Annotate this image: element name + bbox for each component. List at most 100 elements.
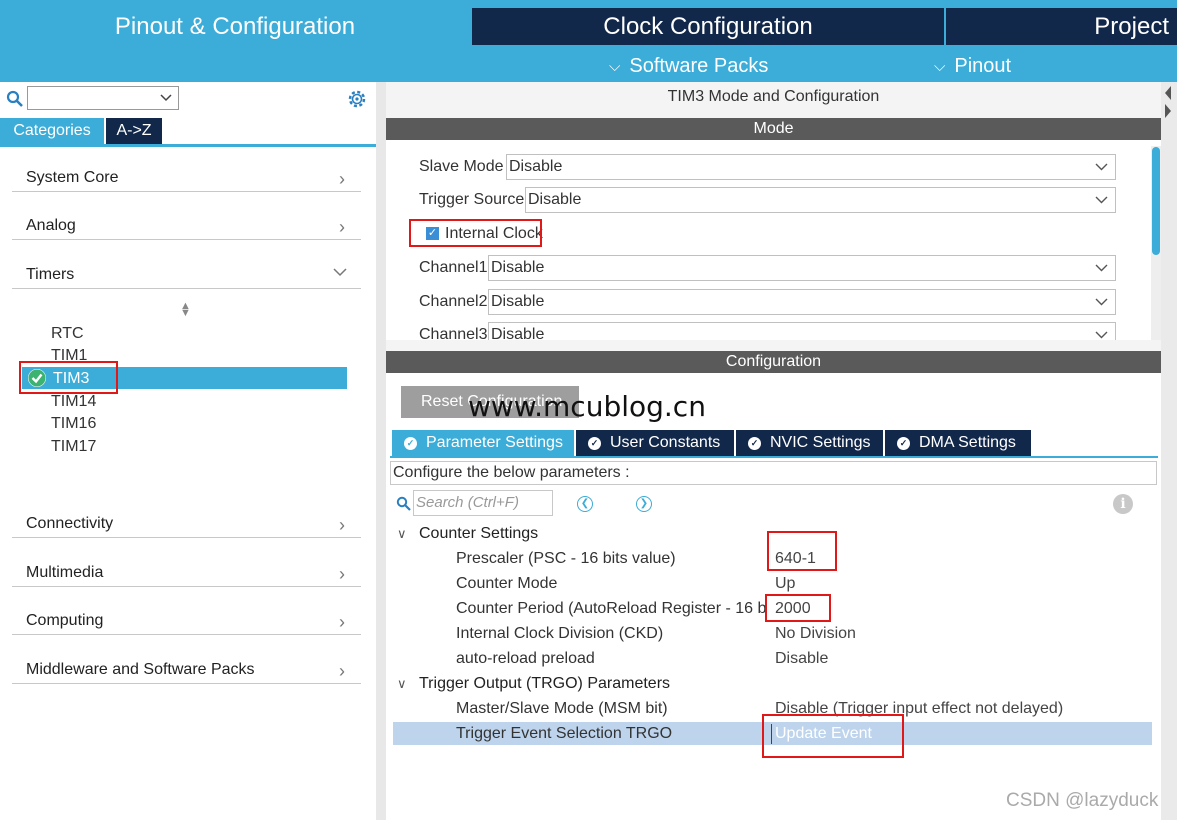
highlight-box-internal-clock	[409, 219, 542, 247]
category-label: Timers	[26, 266, 75, 283]
ckd-label: Internal Clock Division (CKD)	[456, 625, 664, 642]
timer-item-rtc[interactable]: RTC	[51, 325, 84, 343]
tab-underline	[390, 456, 1158, 458]
category-middleware[interactable]: Middleware and Software Packs ›	[12, 647, 361, 684]
tab-a-to-z[interactable]: A->Z	[106, 118, 162, 144]
category-multimedia[interactable]: Multimedia ›	[12, 550, 361, 587]
tab-label: Parameter Settings	[426, 434, 563, 451]
configuration-section-header[interactable]: Configuration	[386, 351, 1161, 373]
search-icon	[396, 496, 411, 511]
channel3-row-clip: Channel3 Disable	[386, 320, 1151, 340]
chevron-down-icon: ⌵	[609, 57, 621, 75]
slave-mode-label: Slave Mode	[419, 158, 504, 175]
chevron-down-icon	[1095, 264, 1108, 272]
category-computing[interactable]: Computing ›	[12, 598, 361, 635]
timer-item-tim14[interactable]: TIM14	[51, 393, 96, 411]
category-label: Multimedia	[26, 564, 104, 581]
category-timers[interactable]: Timers	[12, 252, 361, 289]
category-analog[interactable]: Analog ›	[12, 203, 361, 240]
category-label: Analog	[26, 217, 76, 234]
chevron-right-icon: ›	[339, 564, 345, 584]
check-circle-icon: ✓	[897, 436, 910, 450]
chevron-down-icon: ⌵	[934, 57, 946, 75]
search-previous-icon[interactable]: ❮	[577, 496, 593, 512]
sort-icon[interactable]: ▲ ▼	[180, 301, 191, 319]
csdn-watermark: CSDN @lazyduck	[1006, 790, 1159, 811]
mode-scrollbar-thumb[interactable]	[1152, 147, 1160, 255]
channel1-select[interactable]: Disable	[488, 255, 1116, 281]
group-counter-settings[interactable]: ∨ Counter Settings	[397, 525, 538, 543]
trigger-source-value: Disable	[528, 191, 582, 208]
counter-mode-value[interactable]: Up	[775, 575, 795, 593]
tab-pinout-configuration[interactable]: Pinout & Configuration	[0, 8, 470, 45]
trigger-source-label: Trigger Source	[419, 191, 525, 208]
category-connectivity[interactable]: Connectivity ›	[12, 501, 361, 538]
tab-nvic-settings[interactable]: ✓ NVIC Settings	[736, 430, 883, 456]
right-edge-scrollbar[interactable]	[1161, 82, 1177, 820]
category-system-core[interactable]: System Core ›	[12, 155, 361, 192]
search-next-icon[interactable]: ❯	[636, 496, 652, 512]
pinout-menu-label: Pinout	[954, 54, 1012, 77]
highlight-box-trgo	[762, 714, 904, 758]
chevron-down-icon: ∨	[397, 526, 407, 541]
auto-reload-preload-value[interactable]: Disable	[775, 650, 828, 668]
software-packs-menu[interactable]: ⌵ Software Packs	[609, 52, 768, 80]
configure-hint: Configure the below parameters :	[390, 461, 1157, 485]
channel2-label: Channel2	[419, 293, 488, 310]
chevron-down-icon	[1095, 163, 1108, 171]
tab-label: NVIC Settings	[770, 434, 871, 451]
group-label: Counter Settings	[419, 525, 539, 542]
tab-label: DMA Settings	[919, 434, 1016, 451]
auto-reload-preload-label: auto-reload preload	[456, 650, 595, 667]
gear-icon[interactable]	[346, 88, 368, 110]
highlight-box-prescaler	[767, 531, 837, 571]
counter-period-label: Counter Period (AutoReload Register - 16…	[456, 600, 767, 617]
mode-section-header[interactable]: Mode	[386, 118, 1161, 140]
tab-parameter-settings[interactable]: ✓ Parameter Settings	[392, 430, 574, 456]
chevron-right-icon: ›	[339, 515, 345, 535]
collapse-arrows-icon[interactable]	[1163, 84, 1173, 120]
channel2-select[interactable]: Disable	[488, 289, 1116, 315]
chevron-right-icon: ›	[339, 661, 345, 681]
info-icon[interactable]: i	[1113, 494, 1133, 514]
watermark-text: www.mcublog.cn	[468, 390, 706, 423]
prescaler-label: Prescaler (PSC - 16 bits value)	[456, 550, 676, 567]
tab-underline	[0, 144, 376, 147]
tab-user-constants[interactable]: ✓ User Constants	[576, 430, 734, 456]
check-circle-icon: ✓	[748, 436, 761, 450]
msm-label: Master/Slave Mode (MSM bit)	[456, 700, 668, 717]
channel3-value: Disable	[491, 326, 545, 340]
counter-mode-label: Counter Mode	[456, 575, 558, 592]
highlight-box-tim3	[19, 361, 118, 394]
pinout-menu[interactable]: ⌵ Pinout	[934, 52, 1011, 80]
tab-project-manager[interactable]: Project	[946, 8, 1177, 45]
group-trgo-parameters[interactable]: ∨ Trigger Output (TRGO) Parameters	[397, 675, 670, 693]
tab-categories[interactable]: Categories	[0, 118, 104, 144]
mode-panel-title: TIM3 Mode and Configuration	[667, 88, 880, 105]
chevron-right-icon: ›	[339, 612, 345, 632]
slave-mode-value: Disable	[509, 158, 563, 175]
highlight-box-counter-period	[765, 594, 831, 622]
timer-item-tim16[interactable]: TIM16	[51, 415, 96, 433]
parameter-search-input[interactable]: Search (Ctrl+F)	[413, 490, 553, 516]
counter-period-label-clip: Counter Period (AutoReload Register - 16…	[456, 598, 767, 622]
channel3-select[interactable]: Disable	[488, 322, 1116, 340]
search-combo-input[interactable]	[27, 86, 179, 110]
channel1-value: Disable	[491, 259, 545, 276]
channel1-label: Channel1	[419, 259, 488, 276]
chevron-right-icon: ›	[339, 217, 345, 237]
chevron-down-icon: ∨	[397, 676, 407, 691]
software-packs-label: Software Packs	[629, 54, 769, 77]
ckd-value[interactable]: No Division	[775, 625, 856, 643]
search-icon[interactable]	[6, 90, 24, 108]
left-panel-scrollbar[interactable]	[376, 82, 386, 820]
chevron-down-icon	[1095, 298, 1108, 306]
tab-dma-settings[interactable]: ✓ DMA Settings	[885, 430, 1031, 456]
tab-clock-configuration[interactable]: Clock Configuration	[472, 8, 944, 45]
trigger-source-select[interactable]: Disable	[525, 187, 1116, 213]
timer-item-tim17[interactable]: TIM17	[51, 438, 96, 456]
slave-mode-select[interactable]: Disable	[506, 154, 1116, 180]
channel3-label: Channel3	[419, 326, 488, 340]
category-label: Middleware and Software Packs	[26, 661, 255, 678]
category-label: Computing	[26, 612, 104, 629]
